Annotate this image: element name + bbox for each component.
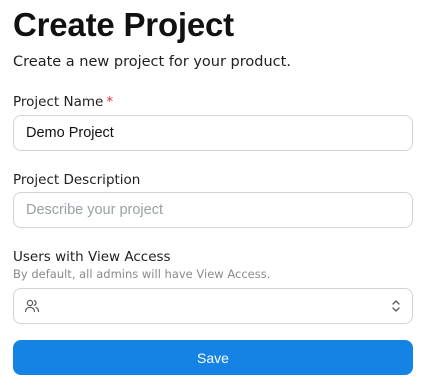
create-project-form: Create Project Create a new project for … <box>13 0 413 375</box>
chevron-up-down-icon <box>390 299 402 313</box>
required-marker: * <box>106 94 114 110</box>
page-subtitle: Create a new project for your product. <box>13 54 291 70</box>
view-access-hint: By default, all admins will have View Ac… <box>13 267 271 281</box>
save-button[interactable]: Save <box>13 340 413 375</box>
view-access-select[interactable] <box>13 288 413 324</box>
project-description-input[interactable]: Describe your project <box>13 192 413 228</box>
project-name-label-text: Project Name <box>13 94 104 110</box>
project-name-input[interactable]: Demo Project <box>13 115 413 151</box>
project-name-label: Project Name * <box>13 93 113 111</box>
view-access-label: Users with View Access <box>13 249 171 265</box>
users-icon <box>24 298 40 314</box>
project-description-label: Project Description <box>13 172 141 188</box>
project-description-placeholder: Describe your project <box>26 202 163 218</box>
project-name-value: Demo Project <box>26 125 114 141</box>
page-title: Create Project <box>13 6 234 43</box>
